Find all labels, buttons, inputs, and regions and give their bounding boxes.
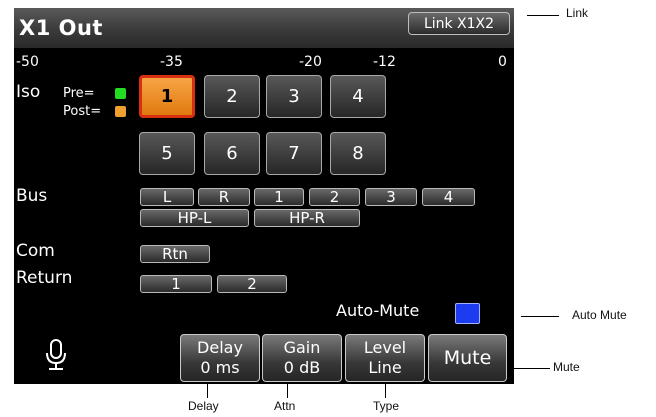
callout-delay: Delay xyxy=(188,399,219,413)
device-screen: X1 Out Link X1X2 -50 -35 -20 -12 0 Iso P… xyxy=(14,8,514,384)
level-title: Level xyxy=(363,338,407,357)
auto-mute-label: Auto-Mute xyxy=(336,301,420,320)
bus-button-hp-l[interactable]: HP-L xyxy=(140,209,249,227)
post-legend-label: Post= xyxy=(63,104,102,119)
callout-link: Link xyxy=(566,6,589,20)
iso-button-8[interactable]: 8 xyxy=(330,132,386,175)
level-button[interactable]: Level Line xyxy=(345,334,425,382)
delay-title: Delay xyxy=(197,338,243,357)
scale-label: -35 xyxy=(160,54,183,70)
callout-mute: Mute xyxy=(553,360,580,374)
callout-line-link xyxy=(527,15,559,16)
gain-value: 0 dB xyxy=(283,358,321,377)
delay-button[interactable]: Delay 0 ms xyxy=(180,334,260,382)
gain-title: Gain xyxy=(283,338,321,357)
pre-legend-swatch xyxy=(115,88,126,99)
scale-label: 0 xyxy=(498,54,507,70)
com-rtn-button[interactable]: Rtn xyxy=(140,245,210,263)
scale-label: -12 xyxy=(373,54,396,70)
iso-button-5[interactable]: 5 xyxy=(139,132,195,175)
bus-button-r[interactable]: R xyxy=(198,188,250,206)
callout-line-delay xyxy=(207,384,208,398)
pre-legend-label: Pre= xyxy=(63,86,95,101)
callout-auto-mute: Auto Mute xyxy=(572,308,627,322)
bus-button-hp-r[interactable]: HP-R xyxy=(254,209,360,227)
bus-button-l[interactable]: L xyxy=(140,188,194,206)
bus-button-4[interactable]: 4 xyxy=(422,188,475,206)
bus-row-label: Bus xyxy=(16,186,48,206)
title-bar: X1 Out Link X1X2 xyxy=(14,8,514,48)
mute-button[interactable]: Mute xyxy=(428,334,507,382)
link-x1x2-button[interactable]: Link X1X2 xyxy=(408,12,510,35)
delay-value: 0 ms xyxy=(200,358,240,377)
iso-button-2[interactable]: 2 xyxy=(204,75,260,118)
iso-button-4[interactable]: 4 xyxy=(330,75,386,118)
iso-button-7[interactable]: 7 xyxy=(266,132,322,175)
bus-button-1[interactable]: 1 xyxy=(254,188,304,206)
post-legend-swatch xyxy=(115,106,126,117)
iso-button-1[interactable]: 1 xyxy=(139,75,195,118)
return-button-2[interactable]: 2 xyxy=(217,275,287,293)
scale-label: -20 xyxy=(299,54,322,70)
callout-attn: Attn xyxy=(274,399,296,413)
level-value: Line xyxy=(368,358,402,377)
com-row-label: Com xyxy=(16,241,55,261)
return-button-1[interactable]: 1 xyxy=(140,275,212,293)
microphone-icon[interactable] xyxy=(44,338,68,372)
bus-button-2[interactable]: 2 xyxy=(309,188,360,206)
callout-line-mute xyxy=(514,368,550,369)
callout-type: Type xyxy=(373,399,400,413)
callout-line-auto-mute xyxy=(521,316,559,317)
scale-label: -50 xyxy=(16,54,39,70)
page-title: X1 Out xyxy=(19,16,103,40)
callout-line-type xyxy=(385,384,386,398)
callout-line-attn xyxy=(287,384,288,398)
auto-mute-toggle[interactable] xyxy=(455,303,480,324)
gain-button[interactable]: Gain 0 dB xyxy=(262,334,342,382)
bus-button-3[interactable]: 3 xyxy=(365,188,417,206)
return-row-label: Return xyxy=(16,268,73,288)
iso-button-6[interactable]: 6 xyxy=(204,132,260,175)
iso-button-3[interactable]: 3 xyxy=(266,75,322,118)
iso-row-label: Iso xyxy=(16,82,41,102)
